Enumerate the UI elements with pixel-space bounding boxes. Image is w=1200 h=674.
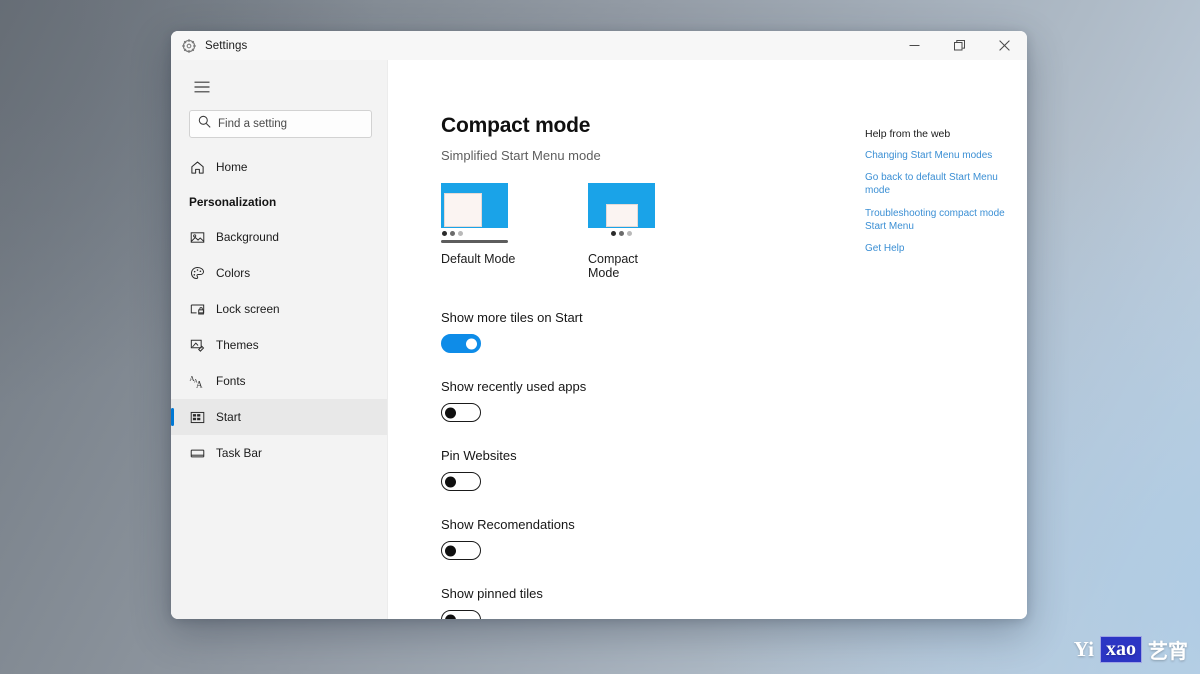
toggle-show-recently-used-apps[interactable] [441, 403, 481, 422]
sidebar-item-label: Background [216, 230, 279, 244]
selection-underline [441, 240, 508, 243]
sidebar-item-label: Task Bar [216, 446, 262, 460]
help-panel-title: Help from the web [865, 128, 1005, 140]
window-titlebar[interactable]: Settings [171, 31, 1027, 60]
watermark-xao: xao [1100, 636, 1142, 662]
svg-text:A: A [196, 379, 203, 388]
setting-label: Show Recomendations [441, 517, 1027, 532]
start-panel-preview [444, 193, 482, 227]
toggle-knob [445, 407, 456, 418]
mode-label: Compact Mode [588, 252, 671, 280]
toggle-knob [466, 338, 477, 349]
sidebar-item-label: Lock screen [216, 302, 280, 316]
sidebar: Home Personalization Background [171, 60, 388, 619]
setting-show-pinned-tiles: Show pinned tiles [441, 586, 1027, 619]
themes-icon [189, 337, 205, 353]
sidebar-item-label: Colors [216, 266, 250, 280]
sidebar-item-label: Fonts [216, 374, 246, 388]
setting-label: Show pinned tiles [441, 586, 1027, 601]
toggle-knob [445, 545, 456, 556]
dot [619, 231, 624, 236]
window-body: Home Personalization Background [171, 60, 1027, 619]
watermark-yi: Yi [1074, 637, 1094, 662]
settings-list: Show more tiles on Start Show recently u… [441, 310, 1027, 619]
setting-show-more-tiles: Show more tiles on Start [441, 310, 1027, 353]
palette-icon [189, 265, 205, 281]
setting-label: Pin Websites [441, 448, 1027, 463]
help-link[interactable]: Troubleshooting compact mode Start Menu [865, 207, 1005, 233]
help-link[interactable]: Get Help [865, 242, 1005, 255]
setting-label: Show recently used apps [441, 379, 1027, 394]
toggle-show-recommendations[interactable] [441, 541, 481, 560]
mode-option-default[interactable]: Default Mode [441, 183, 524, 280]
help-panel: Help from the web Changing Start Menu mo… [865, 128, 1005, 264]
settings-window: Settings [171, 31, 1027, 619]
hamburger-icon[interactable] [185, 72, 219, 102]
search-icon [198, 115, 211, 133]
toggle-knob [445, 476, 456, 487]
home-icon [189, 159, 205, 175]
sidebar-item-themes[interactable]: Themes [171, 327, 387, 363]
default-mode-thumbnail [441, 183, 508, 228]
compact-mode-thumbnail [588, 183, 655, 228]
toggle-show-more-tiles[interactable] [441, 334, 481, 353]
mode-label: Default Mode [441, 252, 524, 266]
watermark: Yi xao 艺宵 [1074, 635, 1188, 664]
help-link[interactable]: Go back to default Start Menu mode [865, 171, 1005, 197]
sidebar-section-header: Personalization [171, 185, 387, 219]
fonts-icon: A A A [189, 373, 205, 389]
taskbar-dots [441, 231, 524, 236]
gear-icon [182, 39, 196, 53]
watermark-cn: 艺宵 [1148, 635, 1188, 664]
setting-pin-websites: Pin Websites [441, 448, 1027, 491]
sidebar-item-fonts[interactable]: A A A Fonts [171, 363, 387, 399]
start-icon [189, 409, 205, 425]
taskbar-icon [189, 445, 205, 461]
help-link[interactable]: Changing Start Menu modes [865, 149, 1005, 162]
dot [442, 231, 447, 236]
sidebar-item-home[interactable]: Home [171, 149, 387, 185]
start-panel-preview [606, 204, 638, 227]
mode-option-compact[interactable]: Compact Mode [588, 183, 671, 280]
sidebar-item-label: Themes [216, 338, 259, 352]
search-input[interactable] [218, 118, 363, 130]
toggle-show-pinned-tiles[interactable] [441, 610, 481, 619]
sidebar-item-background[interactable]: Background [171, 219, 387, 255]
sidebar-item-start[interactable]: Start [171, 399, 387, 435]
search-box[interactable] [189, 110, 372, 138]
setting-label: Show more tiles on Start [441, 310, 1027, 325]
sidebar-item-colors[interactable]: Colors [171, 255, 387, 291]
setting-show-recommendations: Show Recomendations [441, 517, 1027, 560]
sidebar-item-label: Home [216, 160, 247, 174]
sidebar-nav: Home Personalization Background [171, 149, 387, 471]
setting-show-recently-used-apps: Show recently used apps [441, 379, 1027, 422]
titlebar-left: Settings [171, 39, 247, 53]
toggle-knob [445, 614, 456, 619]
dot [450, 231, 455, 236]
sidebar-item-lock-screen[interactable]: Lock screen [171, 291, 387, 327]
toggle-pin-websites[interactable] [441, 472, 481, 491]
window-controls [892, 31, 1027, 60]
main-content: Compact mode Simplified Start Menu mode … [388, 60, 1027, 619]
dot [627, 231, 632, 236]
close-button[interactable] [982, 31, 1027, 60]
taskbar-dots [588, 231, 655, 236]
dot [611, 231, 616, 236]
image-icon [189, 229, 205, 245]
window-title: Settings [205, 40, 247, 52]
minimize-button[interactable] [892, 31, 937, 60]
sidebar-item-label: Start [216, 410, 241, 424]
dot [458, 231, 463, 236]
sidebar-item-task-bar[interactable]: Task Bar [171, 435, 387, 471]
lock-screen-icon [189, 301, 205, 317]
restore-button[interactable] [937, 31, 982, 60]
